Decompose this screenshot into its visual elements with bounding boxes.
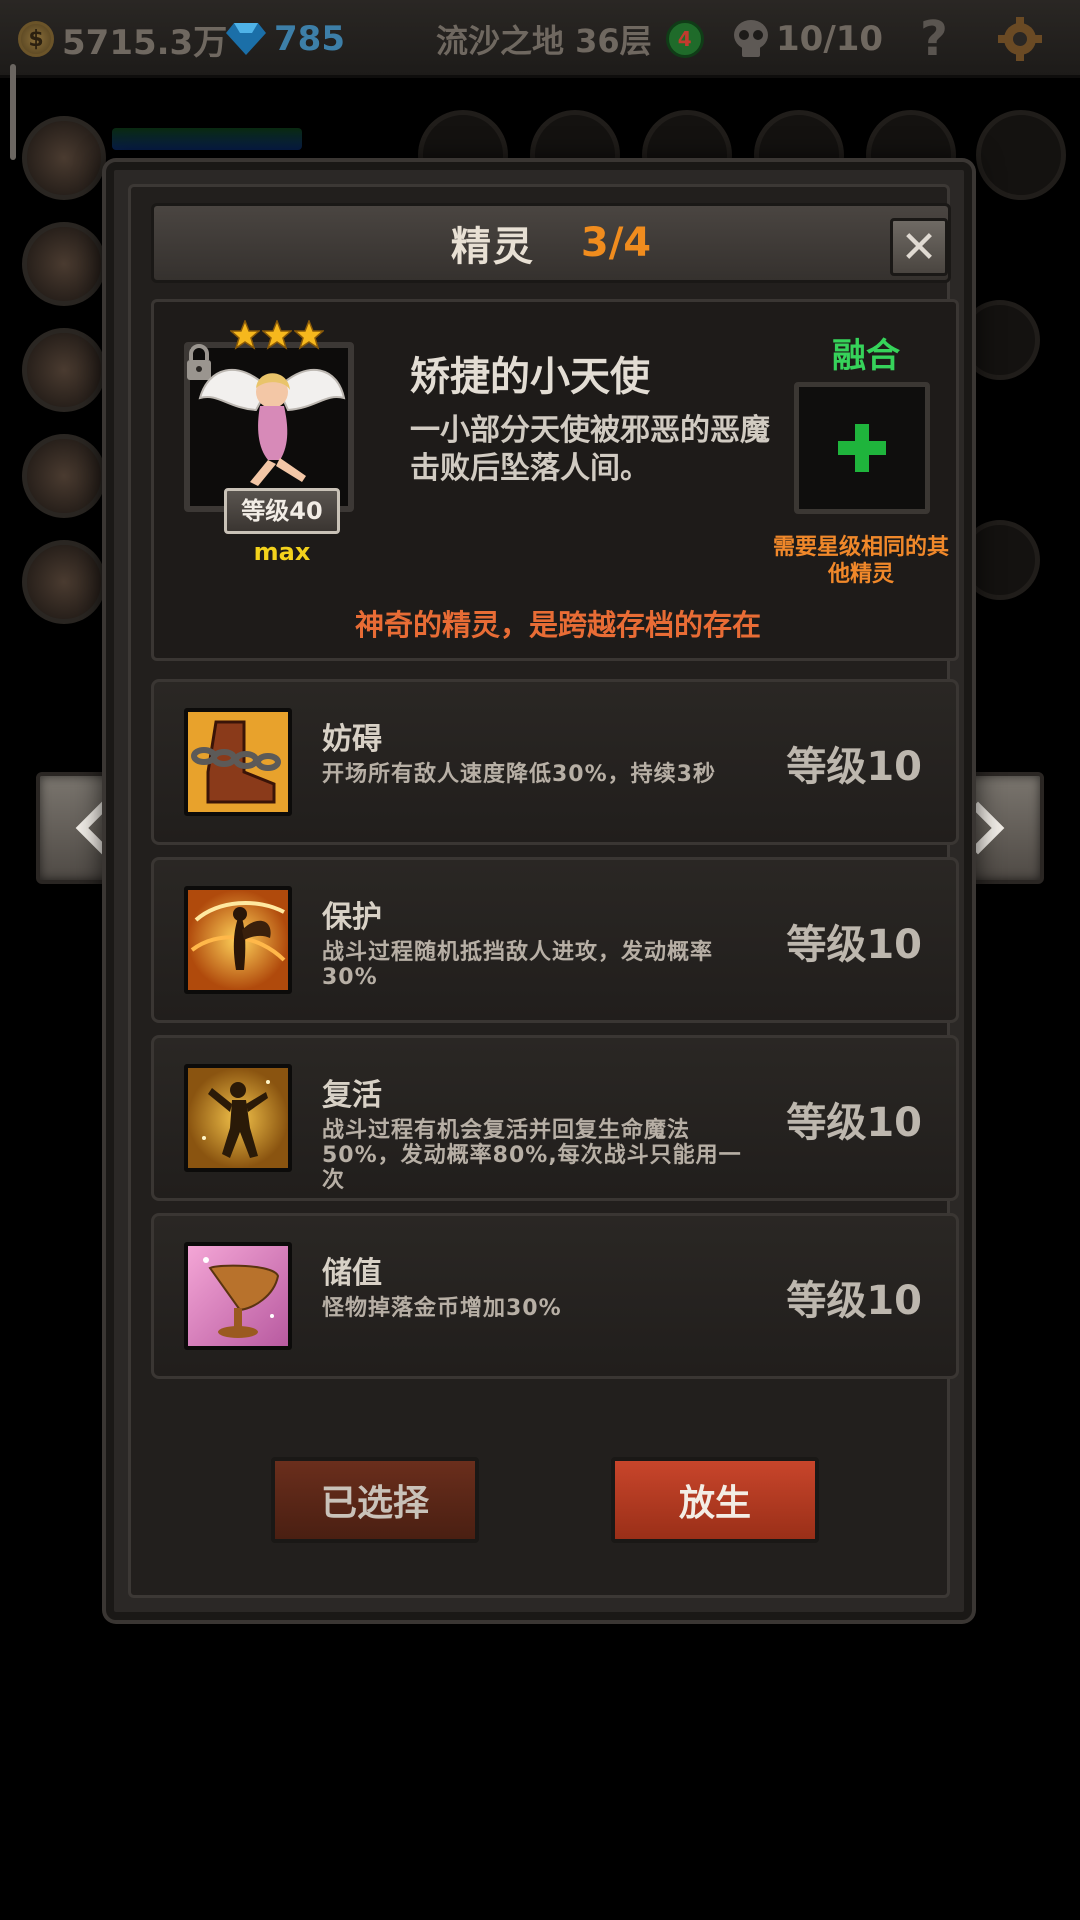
settings-button[interactable] [996,14,1044,64]
gold-coin-icon: $ [18,21,54,57]
sprite-info-box: 等级40 max 矫捷的小天使 一小部分天使被邪恶的恶魔击败后坠落人间。 融合 … [151,299,959,661]
skill-description: 战斗过程有机会复活并回复生命魔法50%，发动概率80%,每次战斗只能用一次 [322,1118,742,1193]
skill-row[interactable]: 保护 战斗过程随机抵挡敌人进攻，发动概率30% 等级10 [151,857,959,1023]
top-status-bar: $ 5715.3万 785 流沙之地 36层 4 10/10 ? [0,0,1080,78]
background-scrollbar [10,64,16,160]
sprite-count: 3/4 [580,220,652,266]
sprite-name: 矫捷的小天使 [410,354,650,400]
background-sprite-slot [960,520,1040,600]
selected-button[interactable]: 已选择 [271,1457,479,1543]
skill-description: 怪物掉落金币增加30% [322,1296,562,1321]
sprite-tagline: 神奇的精灵，是跨越存档的存在 [354,608,761,642]
background-hero-portrait [22,434,106,518]
skill-row[interactable]: 储值 怪物掉落金币增加30% 等级10 [151,1213,959,1379]
background-hero-portrait [22,540,106,624]
skill-level: 等级10 [786,744,922,790]
fairy-shield-icon [184,886,292,994]
dialog-body: 精灵 3/4 ✕ 等级40 max 矫捷的小天使 一小部分天使被邪恶的恶魔击败后… [128,184,959,1598]
skill-name: 保护 [322,900,382,935]
gold-amount: 5715.3万 [62,22,228,63]
background-hp-bar [112,128,302,150]
fuse-label: 融合 [832,336,900,376]
skill-level: 等级10 [786,1278,922,1324]
chevron-right-icon [971,801,1005,855]
star-rating [230,320,324,350]
close-icon: ✕ [900,221,938,273]
skill-description: 战斗过程随机抵挡敌人进攻，发动概率30% [322,940,714,990]
skill-row[interactable]: 复活 战斗过程有机会复活并回复生命魔法50%，发动概率80%,每次战斗只能用一次… [151,1035,959,1201]
level-max-label: max [253,538,311,566]
lives-amount: 10/10 [776,19,884,59]
gem-amount: 785 [274,19,345,59]
stage-badge: 4 [665,20,704,58]
sprite-detail-dialog: 精灵 3/4 ✕ 等级40 max 矫捷的小天使 一小部分天使被邪恶的恶魔击败后… [106,162,972,1620]
background-hero-portrait [22,328,106,412]
gear-icon [998,17,1042,61]
skill-level: 等级10 [786,922,922,968]
plus-icon [838,424,886,472]
sprite-description: 一小部分天使被邪恶的恶魔击败后坠落人间。 [410,413,770,486]
release-button[interactable]: 放生 [611,1457,819,1543]
background-item-slot [976,110,1066,200]
gem-counter: 785 [226,14,345,64]
gold-counter: $ 5715.3万 [18,14,227,64]
background-hero-portrait [22,116,106,200]
skill-row[interactable]: 妨碍 开场所有敌人速度降低30%，持续3秒 等级10 [151,679,959,845]
fuse-hint: 需要星级相同的其他精灵 [772,535,949,587]
skill-level: 等级10 [786,1100,922,1146]
revive-dancer-icon [184,1064,292,1172]
dialog-header: 精灵 3/4 ✕ [151,203,951,283]
help-button[interactable]: ? [920,11,948,67]
skill-name: 妨碍 [322,722,382,757]
skill-name: 复活 [322,1078,382,1113]
sprite-portrait[interactable]: 等级40 max [184,320,354,566]
angel-sprite-icon [198,369,346,486]
close-button[interactable]: ✕ [890,218,948,276]
stage-indicator: 流沙之地 36层 4 [436,14,704,64]
star-icon [294,320,324,350]
skull-icon [734,20,768,57]
golden-chalice-icon [184,1242,292,1350]
dialog-title: 精灵 [450,224,535,270]
star-icon [230,320,260,350]
fuse-add-button[interactable] [794,382,930,514]
star-icon [262,320,292,350]
level-badge: 等级40 [224,488,340,534]
lives-counter: 10/10 [732,14,883,64]
background-sprite-slot [960,300,1040,380]
chain-boot-icon [184,708,292,816]
skill-name: 储值 [322,1256,382,1291]
diamond-icon [226,23,266,55]
stage-name: 流沙之地 36层 [436,22,652,60]
background-hero-portrait [22,222,106,306]
skill-description: 开场所有敌人速度降低30%，持续3秒 [322,762,716,787]
help-icon: ? [920,11,948,67]
